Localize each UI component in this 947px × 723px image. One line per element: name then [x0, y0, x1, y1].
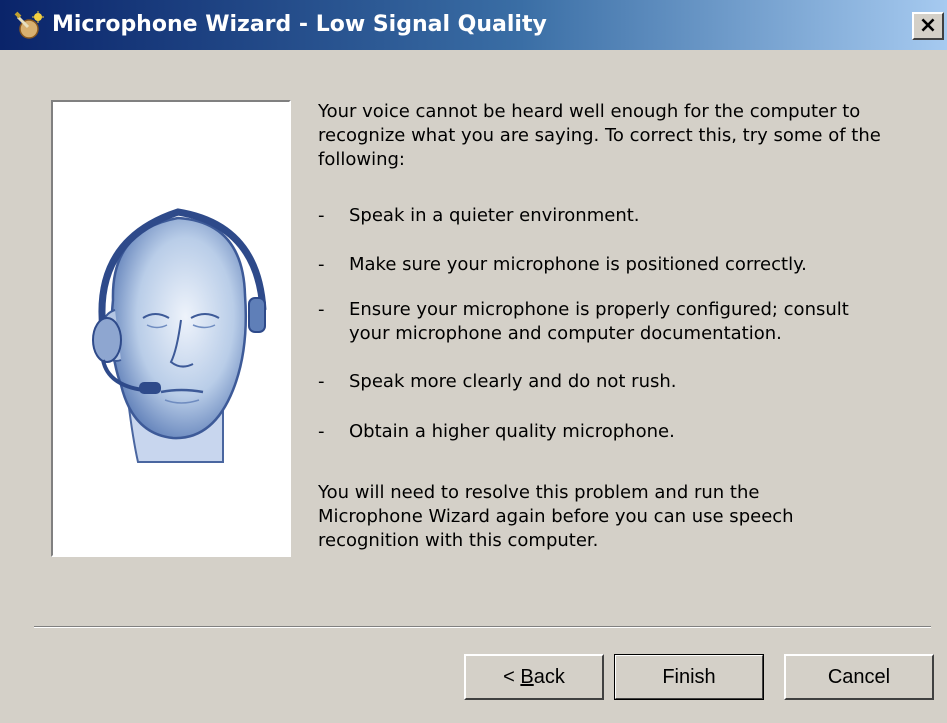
close-icon: ×: [918, 13, 938, 38]
list-item: - Make sure your microphone is positione…: [318, 253, 918, 277]
list-item-text: Ensure your microphone is properly confi…: [349, 299, 849, 344]
finish-button-label: Finish: [662, 665, 716, 688]
back-button-label: ack: [533, 665, 565, 688]
close-button[interactable]: ×: [912, 12, 944, 40]
bullet-marker: -: [318, 254, 325, 275]
list-item-text: Speak in a quieter environment.: [349, 205, 640, 226]
list-item-text: Speak more clearly and do not rush.: [349, 371, 677, 392]
bullet-marker: -: [318, 205, 325, 226]
back-button-prefix: <: [503, 665, 521, 688]
closing-text: You will need to resolve this problem an…: [318, 482, 794, 551]
back-button-accelerator: B: [520, 665, 534, 688]
intro-text: Your voice cannot be heard well enough f…: [318, 101, 881, 170]
list-item-text: Obtain a higher quality microphone.: [349, 421, 675, 442]
microphone-wizard-dialog: Microphone Wizard - Low Signal Quality ×: [0, 0, 947, 723]
title-bar[interactable]: Microphone Wizard - Low Signal Quality ×: [0, 0, 947, 50]
list-item: - Speak in a quieter environment.: [318, 204, 918, 228]
list-item-text: Make sure your microphone is positioned …: [349, 254, 807, 275]
bullet-marker: -: [318, 371, 325, 392]
headset-head-illustration: [92, 208, 267, 463]
window-title: Microphone Wizard - Low Signal Quality: [52, 12, 547, 37]
list-item: - Speak more clearly and do not rush.: [318, 370, 918, 394]
microphone-wizard-icon: [14, 11, 44, 39]
bullet-marker: -: [318, 421, 325, 442]
back-button[interactable]: < Back: [464, 654, 604, 700]
cancel-button[interactable]: Cancel: [784, 654, 934, 700]
separator-line: [34, 626, 931, 628]
finish-button[interactable]: Finish: [614, 654, 764, 700]
bullet-marker: -: [318, 299, 325, 320]
cancel-button-label: Cancel: [827, 665, 891, 688]
list-item: - Obtain a higher quality microphone.: [318, 420, 918, 444]
list-item: - Ensure your microphone is properly con…: [318, 298, 918, 346]
illustration-panel: [51, 100, 291, 557]
